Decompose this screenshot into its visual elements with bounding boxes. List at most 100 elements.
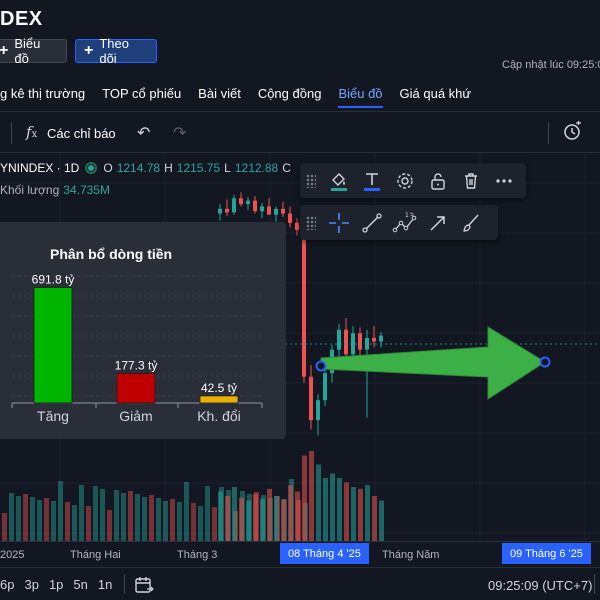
trend-line-icon[interactable] (355, 206, 388, 239)
candle-body (372, 337, 376, 342)
indicators-button[interactable]: Các chỉ báo (47, 126, 116, 141)
period-5n[interactable]: 5n (73, 577, 87, 592)
candle-body (218, 208, 222, 214)
flow-bar (116, 372, 156, 404)
volume-bar (51, 501, 56, 541)
period-6p[interactable]: 6p (0, 577, 14, 592)
app-title: DEX (0, 8, 43, 30)
volume-bar (128, 491, 133, 541)
more-icon[interactable] (487, 164, 520, 197)
tab-articles[interactable]: Bài viết (198, 86, 241, 108)
gear-icon[interactable] (388, 164, 421, 197)
candle-body (316, 400, 320, 421)
volume-bar (170, 499, 175, 541)
high-value: 1215.75 (176, 161, 221, 175)
high-key: H (164, 161, 173, 175)
live-status-icon (85, 162, 98, 174)
flow-category-label: Giảm (119, 408, 152, 424)
volume-bar (260, 498, 265, 541)
close-key: C (282, 161, 291, 175)
volume-bar (232, 487, 237, 541)
tab-history[interactable]: Giá quá khứ (400, 86, 472, 108)
volume-bar (288, 485, 293, 541)
candle-body (358, 333, 362, 350)
volume-bar (16, 496, 21, 541)
arrow-start-handle[interactable] (315, 360, 327, 372)
plus-icon: + (0, 42, 9, 59)
symbol-label[interactable]: YNINDEX · 1D (0, 161, 79, 175)
period-3p[interactable]: 3p (24, 577, 38, 592)
calendar-icon[interactable] (134, 575, 154, 595)
candle-body (295, 222, 299, 230)
trash-icon[interactable] (454, 164, 487, 197)
tab-market-stats[interactable]: g kê thị trường (0, 86, 85, 108)
volume-bar (358, 488, 363, 541)
x-tick: Tháng Hai (70, 549, 121, 561)
arrow-icon[interactable] (421, 206, 454, 239)
low-key: L (224, 161, 231, 175)
bottom-separator (594, 574, 595, 594)
period-1n[interactable]: 1n (98, 577, 112, 592)
candle-body (281, 208, 285, 214)
volume-bar (23, 494, 28, 541)
candle-body (246, 200, 250, 205)
volume-legend: Khối lượng 34.735M (0, 183, 110, 197)
volume-bar (274, 496, 279, 541)
chart-legend: YNINDEX · 1D O 1214.78 H 1215.75 L 1212.88 … (0, 161, 291, 175)
volume-bar (239, 497, 244, 541)
current-time: 09:25:09 (UTC+7) (488, 578, 593, 593)
follow-button[interactable]: + Theo dõi (75, 36, 157, 66)
brush-icon[interactable] (454, 206, 487, 239)
bottom-divider (0, 567, 600, 568)
text-color-swatch (363, 187, 380, 191)
bottom-separator (124, 574, 125, 594)
x-axis-marker-end: 09 Tháng 6 '25 (502, 543, 591, 564)
candle-body (379, 335, 383, 342)
flow-bar (33, 286, 73, 404)
candle-body (239, 198, 243, 205)
candle-body (225, 208, 229, 213)
clock-icon[interactable] (562, 120, 584, 142)
fill-bucket-icon[interactable] (322, 164, 355, 197)
undo-icon[interactable]: ↶ (137, 123, 150, 143)
redo-icon[interactable]: ↷ (173, 123, 186, 143)
candle-body (253, 200, 257, 212)
drawing-style-toolbar (300, 163, 526, 198)
volume-value: 34.735M (63, 183, 110, 197)
follow-button-label: Theo dõi (99, 36, 129, 66)
candle-body (302, 232, 306, 377)
crosshair-icon[interactable] (322, 206, 355, 239)
volume-bar (198, 506, 203, 541)
volume-bar (135, 494, 140, 541)
candle-body (260, 206, 264, 212)
flow-value-label: 691.8 tỷ (32, 272, 75, 286)
tab-chart[interactable]: Biểu đồ (338, 86, 383, 108)
arrow-end-handle[interactable] (539, 356, 551, 368)
period-1p[interactable]: 1p (49, 577, 63, 592)
volume-bar (323, 478, 328, 541)
tab-community[interactable]: Cộng đồng (258, 86, 322, 108)
volume-bar (121, 493, 126, 541)
drag-handle[interactable] (306, 215, 316, 230)
volume-bar (79, 485, 84, 541)
period-selector: 6p 3p 1p 5n 1n (0, 577, 112, 592)
volume-bar (100, 489, 105, 541)
drag-handle[interactable] (306, 173, 316, 188)
volume-bar (281, 499, 286, 541)
fx-icon[interactable]: fx (26, 123, 37, 141)
unlock-icon[interactable] (421, 164, 454, 197)
tab-top-stocks[interactable]: TOP cổ phiếu (102, 86, 181, 108)
toolbar-separator (548, 122, 549, 144)
money-flow-chart: 691.8 tỷ Tăng 177.3 tỷ Giảm 42.5 tỷ Kh. đổi (11, 272, 263, 424)
low-value: 1212.88 (234, 161, 279, 175)
volume-bar (212, 507, 217, 541)
nav-divider (0, 111, 600, 112)
wave-pattern-icon[interactable]: 1 5 (388, 206, 421, 239)
volume-bar (107, 510, 112, 541)
line-tools-toolbar: 1 5 (300, 205, 498, 240)
text-color-icon[interactable] (355, 164, 388, 197)
chart-button[interactable]: + Biểu đồ (0, 36, 67, 66)
candle-body (309, 376, 313, 421)
volume-bar (351, 487, 356, 541)
volume-bar (30, 497, 35, 541)
